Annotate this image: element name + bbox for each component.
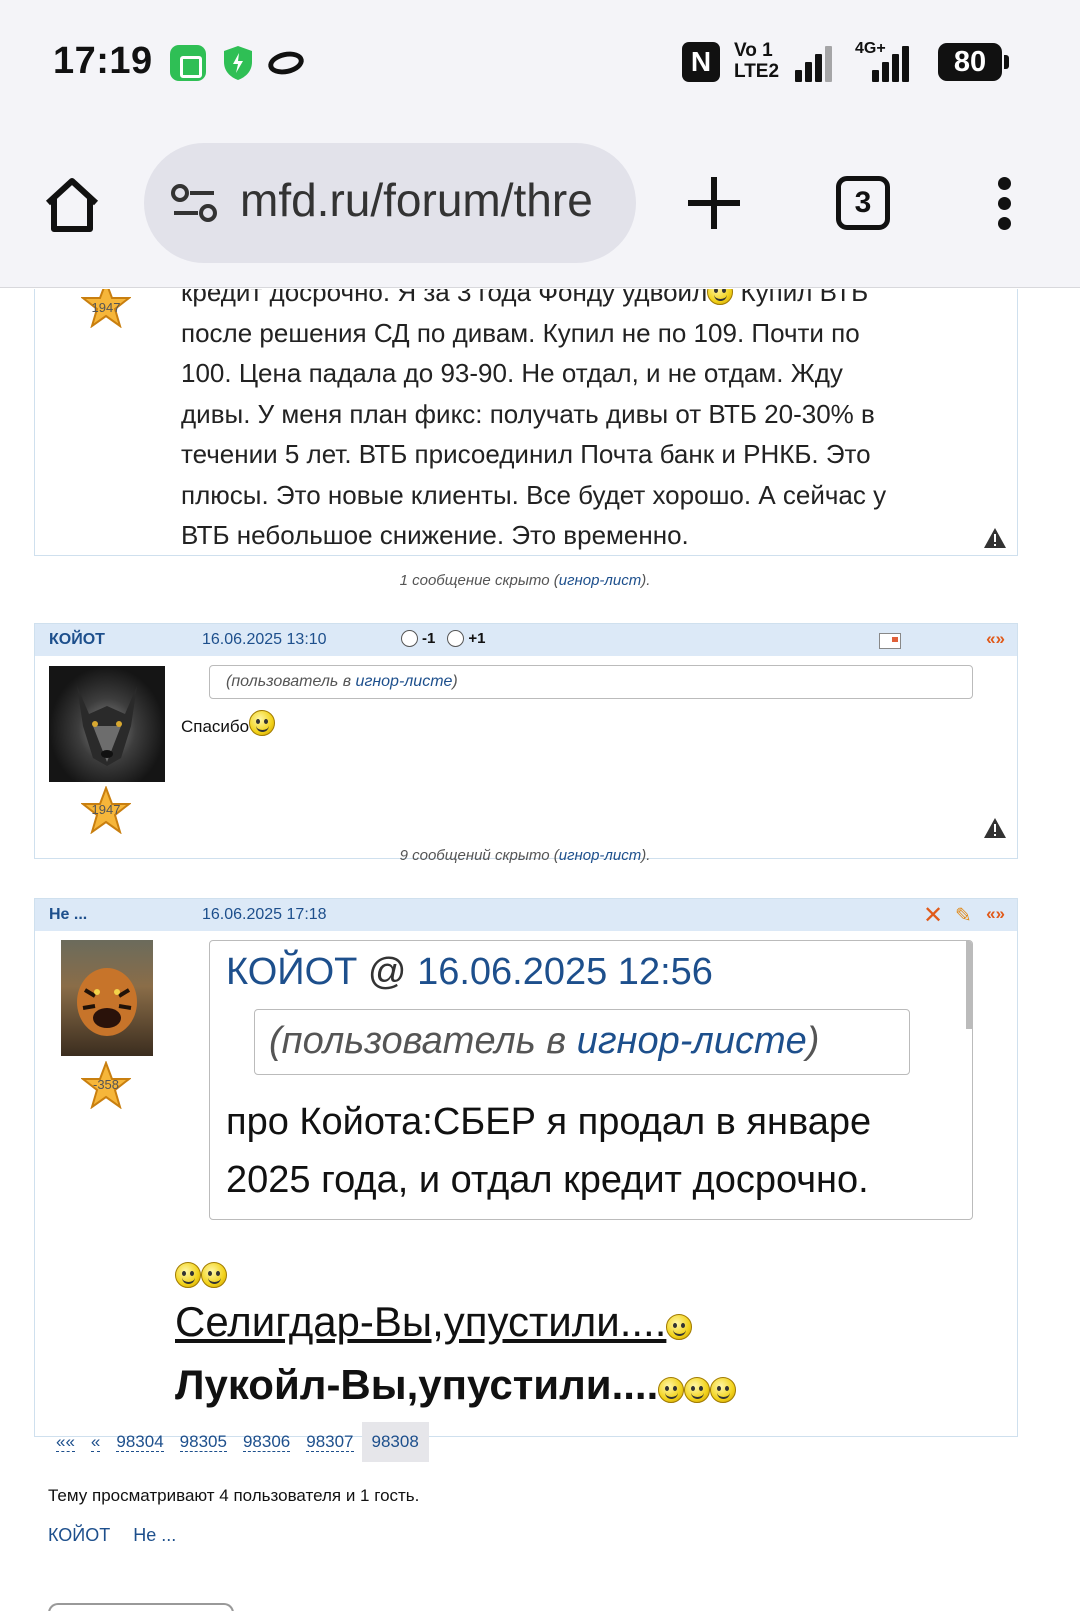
app-notification-icon: [170, 45, 206, 81]
volte-indicator: Vo 1 LTE2: [734, 40, 780, 82]
hidden-messages-note: 9 сообщений скрыто (игнор-лист).: [399, 847, 651, 864]
ignored-user-box: (пользователь в игнор-листе): [254, 1009, 910, 1075]
page-link[interactable]: 98306: [242, 1432, 291, 1452]
quote-header: КОЙОТ @ 16.06.2025 12:56: [226, 951, 713, 993]
shield-icon: [224, 46, 252, 80]
forum-post: 1947 кредит досрочно. Я за 3 года Фонду …: [34, 289, 1018, 556]
viewers-info: Тему просматривают 4 пользователя и 1 го…: [48, 1486, 420, 1505]
site-settings-icon[interactable]: [170, 183, 218, 223]
ignored-user-box: (пользователь в игнор-листе): [209, 665, 973, 699]
wolf-image: [77, 686, 137, 766]
viewer-link[interactable]: КОЙОТ: [48, 1525, 110, 1545]
quote-text: про Койота:СБЕР я продал в январе 2025 г…: [226, 1101, 872, 1201]
vote-plus-radio[interactable]: [447, 630, 465, 647]
page-link[interactable]: 98307: [306, 1432, 354, 1452]
smile-icon: [175, 1262, 201, 1288]
partial-button[interactable]: [48, 1603, 234, 1611]
user-rating: 1947: [91, 802, 121, 817]
smile-icon: [658, 1377, 685, 1403]
quote-author-link[interactable]: КОЙОТ: [226, 951, 357, 993]
avatar-tiger[interactable]: [61, 940, 153, 1056]
smile-icon: [684, 1377, 711, 1403]
signal-icon: [795, 44, 835, 82]
quote-date-link[interactable]: 16.06.2025 12:56: [417, 951, 713, 993]
tiger-image: [77, 968, 137, 1036]
clock: 17:19: [53, 40, 153, 82]
smile-icon: [249, 710, 276, 736]
home-icon[interactable]: [42, 175, 102, 235]
smile-icon: [707, 289, 734, 305]
post-author[interactable]: Не ...: [49, 906, 87, 924]
browser-toolbar: mfd.ru/forum/thre 3: [0, 125, 1080, 288]
post-header: КОЙОТ 16.06.2025 13:10 -1 +1 «»: [35, 624, 1017, 656]
url-text[interactable]: mfd.ru/forum/thre: [240, 173, 636, 227]
quote-button[interactable]: «»: [986, 629, 1005, 649]
delete-icon[interactable]: ✕: [923, 901, 943, 930]
post-line-bold: Лукойл-Вы,упустили....: [175, 1361, 737, 1409]
prev-page-link[interactable]: «: [90, 1432, 101, 1452]
viewer-link[interactable]: Не ...: [133, 1525, 176, 1545]
post-text: кредит досрочно. Я за 3 года Фонду удвои…: [181, 289, 991, 556]
report-icon[interactable]: [983, 527, 1007, 549]
ignore-list-link[interactable]: игнор-листе: [577, 1020, 807, 1062]
user-rating: -358: [92, 1077, 120, 1092]
quote-box: КОЙОТ @ 16.06.2025 12:56 (пользователь в…: [209, 940, 973, 1220]
tab-switcher-button[interactable]: 3: [836, 176, 890, 230]
report-icon[interactable]: [983, 817, 1007, 839]
forum-post: КОЙОТ 16.06.2025 13:10 -1 +1 «» 1947 (по…: [34, 623, 1018, 859]
post-text: Спасибо: [181, 710, 276, 737]
user-rating: 1947: [91, 300, 121, 315]
nfc-icon: N: [682, 42, 720, 82]
smile-icon: [710, 1377, 737, 1403]
ignore-list-link[interactable]: игнор-лист: [559, 847, 641, 864]
profile-card-icon[interactable]: [879, 633, 901, 649]
quote-button[interactable]: «»: [986, 904, 1005, 924]
post-date[interactable]: 16.06.2025 17:18: [202, 906, 327, 924]
edit-icon[interactable]: ✎: [955, 903, 972, 928]
more-menu-icon[interactable]: [998, 177, 1012, 230]
vote-controls: -1 +1: [401, 630, 485, 647]
ring-app-icon: [266, 48, 306, 78]
forum-content: 1947 кредит досрочно. Я за 3 года Фонду …: [0, 289, 1080, 1611]
post-line-underlined: Селигдар-Вы,упустили....: [175, 1298, 693, 1346]
pagination: «« « 98304 98305 98306 98307 98308: [48, 1422, 429, 1462]
current-page: 98308: [361, 1422, 429, 1462]
smiles-row: [175, 1262, 227, 1289]
viewers-list: КОЙОТ Не ...: [48, 1525, 176, 1546]
new-tab-button[interactable]: [688, 177, 740, 229]
hidden-messages-note: 1 сообщение скрыто (игнор-лист).: [399, 572, 651, 589]
smile-icon: [666, 1314, 693, 1340]
first-page-link[interactable]: ««: [56, 1432, 75, 1452]
post-date[interactable]: 16.06.2025 13:10: [202, 631, 327, 649]
ignore-list-link[interactable]: игнор-листе: [356, 673, 453, 690]
signal-icon-2: [872, 44, 912, 82]
smile-icon: [201, 1262, 227, 1288]
avatar-wolf[interactable]: [49, 666, 165, 782]
forum-post: Не ... 16.06.2025 17:18 ✕ ✎ «» -358 КОЙО…: [34, 898, 1018, 1437]
page-link[interactable]: 98305: [179, 1432, 227, 1452]
vote-minus-radio[interactable]: [401, 630, 418, 647]
ignore-list-link[interactable]: игнор-лист: [559, 572, 641, 589]
battery-icon: 80: [938, 43, 1009, 81]
post-author[interactable]: КОЙОТ: [49, 631, 105, 649]
status-bar: 17:19 N Vo 1 LTE2 4G+ 80: [0, 0, 1080, 125]
address-bar[interactable]: mfd.ru/forum/thre: [144, 143, 636, 263]
page-link[interactable]: 98304: [116, 1432, 164, 1452]
post-header: Не ... 16.06.2025 17:18 ✕ ✎ «»: [35, 899, 1017, 931]
quote-scrollbar[interactable]: [966, 941, 972, 1029]
